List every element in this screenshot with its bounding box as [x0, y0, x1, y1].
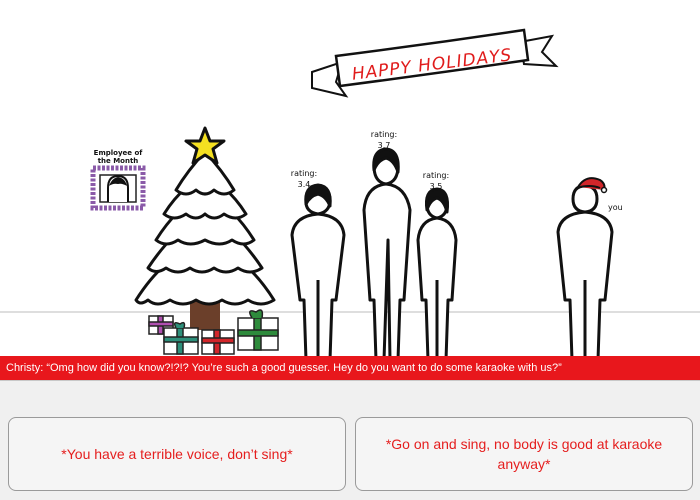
choice-text: *Go on and sing, no body is good at kara…	[385, 436, 663, 472]
choice-text: *You have a terrible voice, don’t sing*	[61, 446, 293, 462]
player-character	[556, 177, 614, 362]
gift-icon	[237, 309, 279, 351]
coworker-tall[interactable]	[362, 147, 412, 362]
employee-of-month-frame	[90, 165, 146, 211]
rating-label: rating:	[422, 171, 450, 180]
dialogue-text: Christy: “Omg how did you know?!?!? You’…	[6, 362, 562, 374]
rating-right: rating: 3.5	[420, 170, 452, 192]
coworker-left[interactable]	[290, 183, 346, 362]
coworker-christy[interactable]	[416, 187, 458, 362]
rating-left: rating: 3.4	[288, 168, 320, 190]
player-label: you	[608, 203, 623, 212]
dialogue-bar: Christy: “Omg how did you know?!?!? You’…	[0, 356, 700, 380]
rating-label: rating:	[370, 130, 398, 139]
choice-button-1[interactable]: *You have a terrible voice, don’t sing*	[8, 417, 346, 491]
game-scene: HAPPY HOLIDAYS Employee of the Month rat…	[0, 0, 700, 362]
employee-of-month-caption: Employee of the Month	[93, 149, 143, 165]
rating-tall: rating: 3.7	[368, 129, 400, 151]
gift-icon	[163, 321, 199, 355]
rating-value: 3.5	[429, 182, 443, 191]
christmas-tree	[134, 126, 276, 330]
scene-artwork: HAPPY HOLIDAYS	[0, 28, 700, 362]
rating-value: 3.7	[377, 141, 391, 150]
choice-button-2[interactable]: *Go on and sing, no body is good at kara…	[355, 417, 693, 491]
gift-icon	[201, 329, 235, 355]
rating-value: 3.4	[297, 180, 311, 189]
choices-panel: *You have a terrible voice, don’t sing* …	[0, 380, 700, 500]
happy-holidays-banner: HAPPY HOLIDAYS	[311, 28, 559, 98]
rating-label: rating:	[290, 169, 318, 178]
santa-hat-icon	[600, 186, 608, 194]
